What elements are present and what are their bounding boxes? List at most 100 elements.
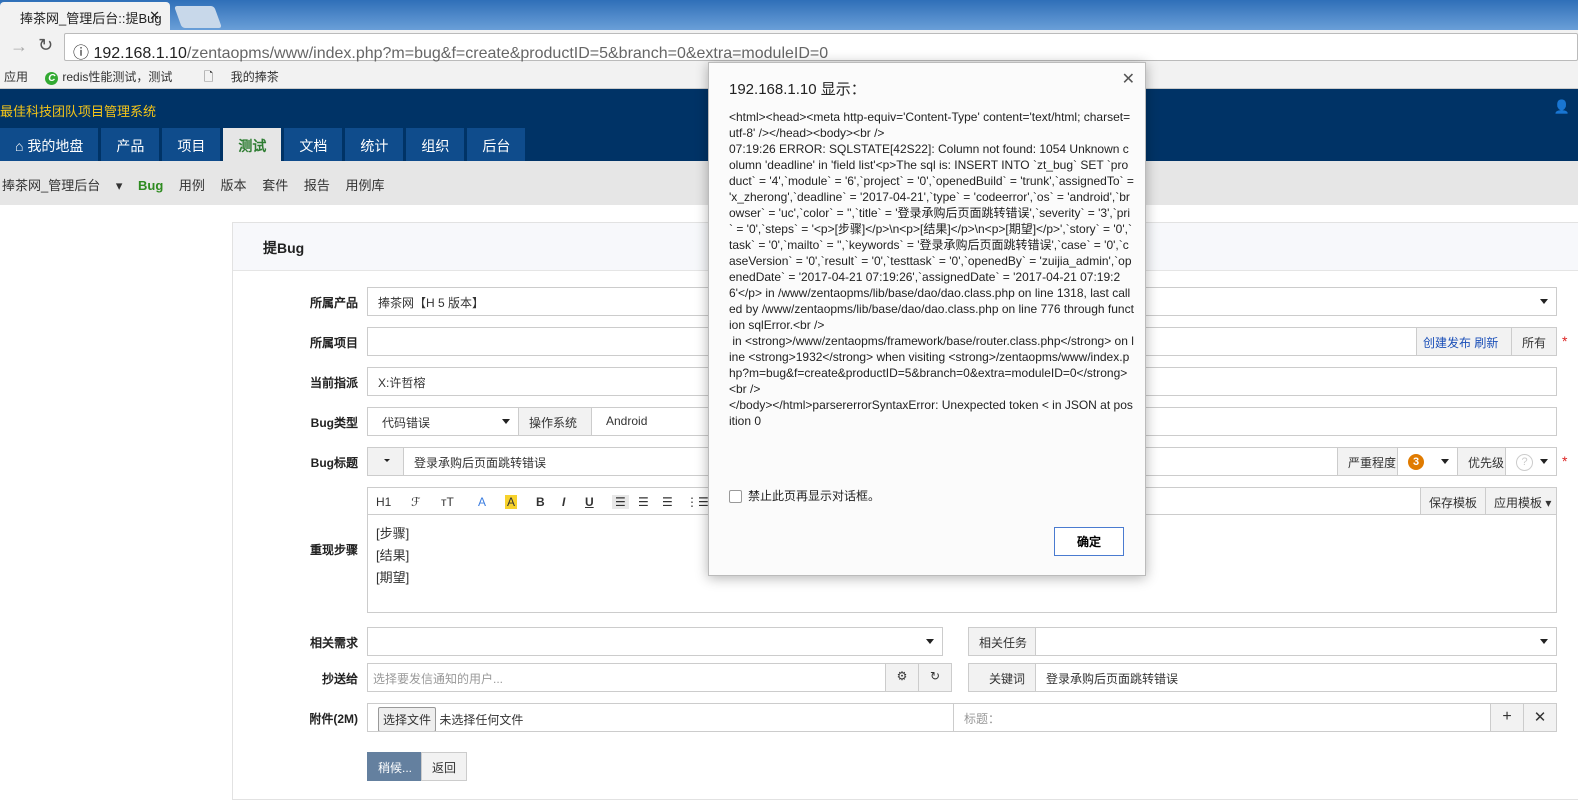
home-icon: ⌂ bbox=[15, 138, 28, 154]
back-button[interactable]: 返回 bbox=[421, 752, 467, 781]
subnav-bug[interactable]: Bug bbox=[138, 178, 163, 193]
project-label: 所属项目 bbox=[309, 336, 358, 350]
keywords-input[interactable]: 登录承购后页面跳转错误 bbox=[1035, 663, 1557, 692]
chevron-down-icon bbox=[502, 419, 510, 424]
type-label: Bug类型 bbox=[310, 416, 358, 430]
severity-label: 严重程度 bbox=[1337, 447, 1398, 476]
bookmark-apps[interactable]: 应用 bbox=[4, 70, 28, 84]
app-title: 最佳科技团队项目管理系统 bbox=[0, 104, 157, 119]
story-select[interactable] bbox=[367, 627, 943, 656]
priority-select[interactable]: ? bbox=[1505, 447, 1557, 476]
main-nav: ⌂ 我的地盘 产品 项目 测试 文档 统计 组织 后台 bbox=[0, 128, 528, 161]
chevron-down-icon bbox=[1540, 459, 1548, 464]
nav-admin[interactable]: 后台 bbox=[467, 128, 526, 161]
product-switcher[interactable]: 捧茶网_管理后台 ▾ bbox=[2, 178, 122, 193]
nav-test[interactable]: 测试 bbox=[223, 128, 282, 161]
bold-button[interactable]: B bbox=[536, 495, 545, 509]
choose-file-button[interactable]: 选择文件 bbox=[378, 707, 437, 731]
remove-file-icon[interactable]: ✕ bbox=[1523, 703, 1557, 732]
browser-toolbar: → ↻ ⓘ 192.168.1.10/zentaopms/www/index.p… bbox=[0, 30, 1578, 64]
file-title-input[interactable]: 标题： bbox=[953, 703, 1491, 732]
title-color-picker[interactable] bbox=[367, 447, 404, 476]
align-left-icon[interactable]: ☰ bbox=[612, 495, 629, 509]
browser-tab[interactable]: 捧茶网_管理后台::提Bug ✕ bbox=[0, 2, 170, 30]
task-label: 相关任务 bbox=[968, 627, 1036, 656]
nav-label: 我的地盘 bbox=[27, 138, 84, 154]
close-icon[interactable]: ✕ bbox=[1122, 69, 1135, 89]
subnav-case[interactable]: 用例 bbox=[179, 178, 205, 193]
dialog-message: <html><head><meta http-equiv='Content-Ty… bbox=[729, 110, 1134, 428]
ordered-list-icon[interactable]: ⋮☰ bbox=[686, 495, 709, 509]
ok-button[interactable]: 确定 bbox=[1054, 527, 1124, 556]
nav-company[interactable]: 组织 bbox=[406, 128, 465, 161]
bookmark-label: 我的捧茶 bbox=[230, 70, 279, 84]
forward-icon[interactable]: → bbox=[10, 36, 28, 57]
severity-select[interactable]: 3 bbox=[1397, 447, 1458, 476]
refresh-link[interactable]: 刷新 bbox=[1474, 336, 1498, 350]
close-tab-icon[interactable]: ✕ bbox=[149, 8, 160, 24]
settings-gear-icon[interactable]: ⚙ bbox=[885, 663, 919, 692]
steps-line: [步骤] bbox=[376, 526, 410, 541]
file-input[interactable]: 选择文件 未选择任何文件 bbox=[367, 703, 954, 732]
subnav-build[interactable]: 版本 bbox=[221, 178, 247, 193]
bookmark-favicon: C bbox=[45, 72, 59, 85]
underline-button[interactable]: U bbox=[585, 495, 594, 509]
user-icon[interactable]: 👤 bbox=[1554, 99, 1570, 115]
os-label: 操作系统 bbox=[518, 407, 592, 436]
browser-tabstrip: 捧茶网_管理后台::提Bug ✕ bbox=[0, 0, 1578, 30]
apply-template-button[interactable]: 应用模板 ▾ bbox=[1485, 487, 1557, 515]
nav-doc[interactable]: 文档 bbox=[284, 128, 343, 161]
info-icon: ⓘ bbox=[73, 45, 94, 62]
product-label: 所属产品 bbox=[309, 296, 358, 310]
reload-icon[interactable]: ↻ bbox=[38, 35, 53, 56]
bookmark-mypengcha[interactable]: 🗋 我的捧茶 bbox=[204, 70, 293, 84]
nav-project[interactable]: 项目 bbox=[162, 128, 221, 161]
address-bar[interactable]: ⓘ 192.168.1.10/zentaopms/www/index.php?m… bbox=[64, 33, 1578, 62]
all-button[interactable]: 所有 bbox=[1511, 327, 1557, 356]
create-build-link[interactable]: 创建发布 bbox=[1423, 336, 1471, 350]
type-select[interactable]: 代码错误 bbox=[367, 407, 519, 436]
refresh-icon[interactable]: ↻ bbox=[918, 663, 952, 692]
files-label: 附件(2M) bbox=[309, 712, 358, 726]
nav-product[interactable]: 产品 bbox=[101, 128, 160, 161]
required-icon: * bbox=[1562, 453, 1568, 469]
align-right-icon[interactable]: ☰ bbox=[662, 495, 673, 509]
subnav-suite[interactable]: 套件 bbox=[262, 178, 288, 193]
italic-button[interactable]: I bbox=[562, 495, 565, 509]
url-path: /zentaopms/www/index.php?m=bug&f=create&… bbox=[186, 45, 829, 62]
heading-button[interactable]: H1 bbox=[376, 495, 391, 509]
bookmark-redis[interactable]: Credis性能测试，测试 bbox=[45, 70, 186, 85]
chevron-down-icon bbox=[384, 459, 390, 462]
save-template-button[interactable]: 保存模板 bbox=[1420, 487, 1486, 515]
chevron-down-icon bbox=[1441, 459, 1449, 464]
font-button[interactable]: ℱ bbox=[411, 495, 420, 509]
type-value: 代码错误 bbox=[382, 416, 431, 430]
font-color-button[interactable]: A bbox=[478, 495, 486, 509]
page-icon: 🗋 bbox=[203, 70, 217, 84]
new-tab-button[interactable] bbox=[173, 6, 223, 28]
add-file-icon[interactable]: + bbox=[1490, 703, 1524, 732]
subnav-report[interactable]: 报告 bbox=[304, 178, 330, 193]
apply-template-label: 应用模板 bbox=[1494, 496, 1543, 510]
mailto-input[interactable]: 选择要发信通知的用户... bbox=[367, 663, 886, 692]
chevron-down-icon bbox=[1540, 299, 1548, 304]
submit-button[interactable]: 稍候... bbox=[367, 752, 422, 781]
steps-content[interactable]: [步骤] [结果] [期望] bbox=[376, 523, 409, 589]
nav-my[interactable]: ⌂ 我的地盘 bbox=[0, 128, 99, 161]
checkbox-box[interactable] bbox=[729, 490, 742, 504]
alert-dialog: 192.168.1.10 显示： ✕ <html><head><meta htt… bbox=[708, 62, 1146, 576]
subnav-caselib[interactable]: 用例库 bbox=[345, 178, 384, 193]
product-name: 捧茶网_管理后台 bbox=[2, 178, 101, 193]
font-size-button[interactable]: тT bbox=[441, 495, 454, 509]
severity-badge: 3 bbox=[1408, 454, 1424, 470]
nav-report[interactable]: 统计 bbox=[345, 128, 404, 161]
align-center-icon[interactable]: ☰ bbox=[638, 495, 649, 509]
required-icon: * bbox=[1562, 333, 1568, 349]
bg-color-button[interactable]: A bbox=[505, 495, 518, 509]
suppress-dialogs-checkbox[interactable]: 禁止此页再显示对话框。 bbox=[729, 487, 880, 504]
chevron-down-icon bbox=[926, 639, 934, 644]
task-select[interactable] bbox=[1035, 627, 1557, 656]
bookmark-label: redis性能测试，测试 bbox=[62, 70, 173, 84]
priority-label: 优先级 bbox=[1457, 447, 1506, 476]
steps-label: 重现步骤 bbox=[309, 543, 358, 557]
